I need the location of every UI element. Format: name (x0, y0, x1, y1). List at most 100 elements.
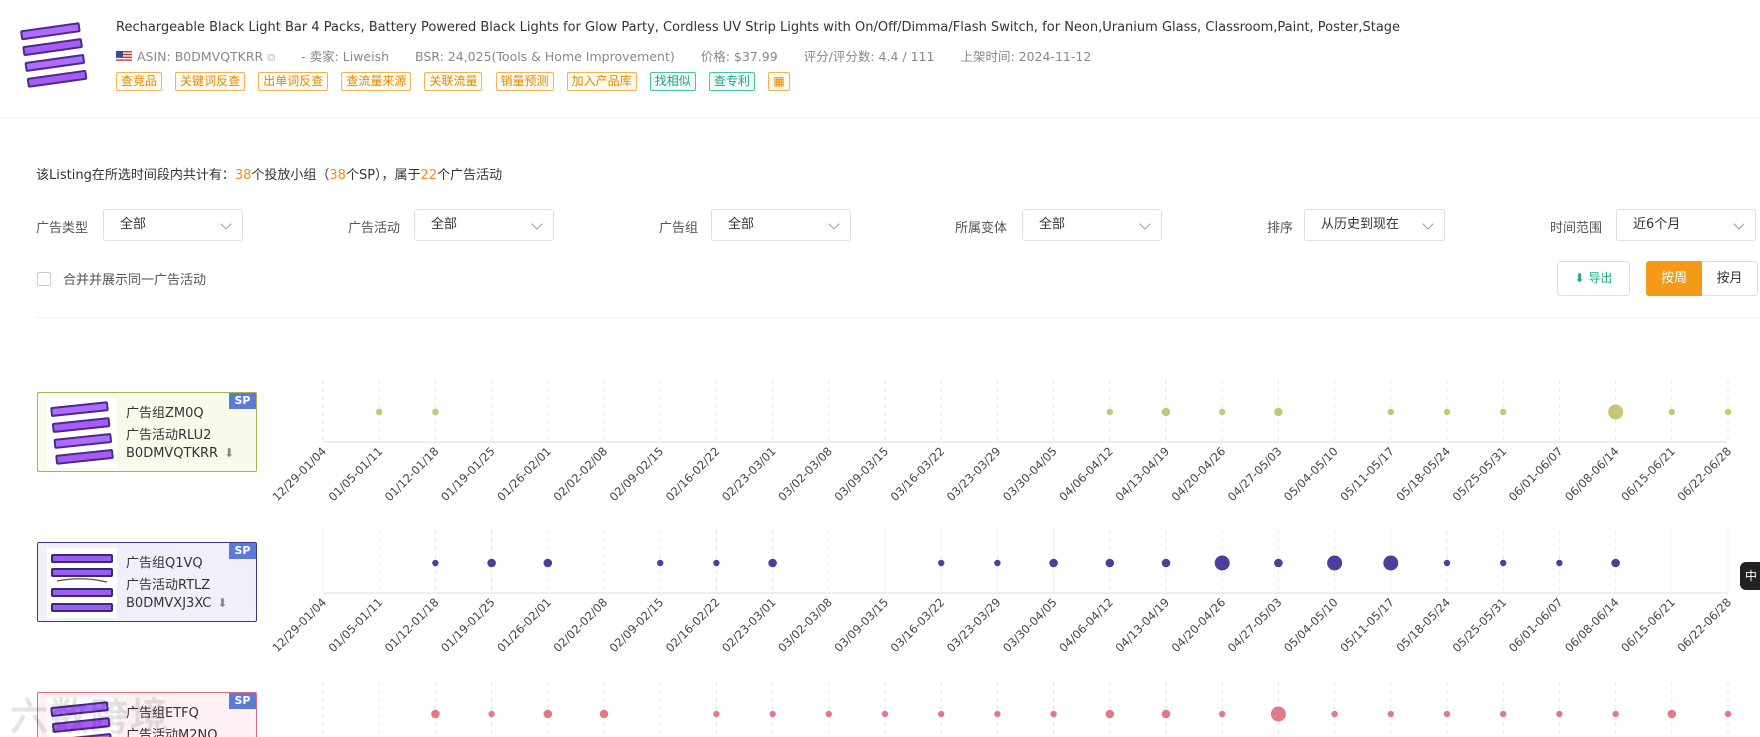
by-week-button[interactable]: 按周 (1646, 261, 1702, 296)
language-tab[interactable]: 中 (1740, 562, 1760, 590)
activity-dot[interactable] (1161, 558, 1171, 568)
variant-label: 所属变体 (955, 221, 1008, 236)
tag-competitors[interactable]: 查竞品 (116, 72, 163, 91)
activity-dot[interactable] (825, 710, 832, 718)
by-month-button[interactable]: 按月 (1702, 261, 1758, 296)
activity-dot[interactable] (488, 710, 495, 718)
activity-dot[interactable] (1387, 408, 1395, 416)
activity-dot[interactable] (1443, 408, 1451, 416)
activity-dot[interactable] (1443, 559, 1451, 567)
activity-dot[interactable] (1500, 710, 1507, 718)
activity-dot[interactable] (1161, 709, 1171, 719)
activity-dot[interactable] (1724, 408, 1732, 416)
activity-dot[interactable] (1331, 710, 1338, 718)
activity-dot[interactable] (1214, 555, 1230, 571)
activity-dot[interactable] (1500, 559, 1507, 567)
activity-dot[interactable] (768, 558, 777, 568)
chevron-down-icon (1139, 218, 1151, 230)
activity-dot[interactable] (1274, 558, 1283, 568)
activity-dot[interactable] (994, 710, 1001, 718)
activity-dot[interactable] (1219, 710, 1226, 718)
activity-dot[interactable] (994, 559, 1001, 567)
activity-dot[interactable] (432, 408, 439, 416)
activity-dot[interactable] (1327, 555, 1343, 571)
activity-dot[interactable] (431, 709, 440, 719)
week-label: 02/02-02/08 (550, 444, 610, 504)
activity-dot[interactable] (1443, 710, 1451, 718)
time-range-select[interactable]: 近6个月 (1616, 209, 1756, 241)
tag-related-traffic[interactable]: 关联流量 (424, 72, 483, 91)
activity-dot[interactable] (1049, 558, 1058, 568)
activity-dot[interactable] (1105, 709, 1115, 719)
sort-select[interactable]: 从历史到现在 (1304, 209, 1445, 241)
tag-order-keyword-reverse[interactable]: 出单词反查 (258, 72, 329, 91)
campaign-label: 广告活动 (348, 221, 401, 236)
week-label: 06/08-06/14 (1562, 595, 1622, 655)
ad-group-name: 广告组Q1VQ (126, 556, 203, 571)
ad-group-card[interactable]: SP 广告组Q1VQ 广告活动RTLZ B0DMVXJ3XC ⬇ (37, 542, 257, 622)
product-meta: ASIN: B0DMVQTKRR ⧉ - 卖家: Liweish BSR: 24,… (116, 46, 1113, 65)
activity-dot[interactable] (1105, 558, 1115, 568)
product-title[interactable]: Rechargeable Black Light Bar 4 Packs, Ba… (116, 20, 1400, 35)
merge-campaign-option[interactable]: 合并并展示同一广告活动 (37, 269, 206, 288)
activity-dot[interactable] (599, 709, 609, 719)
merge-checkbox[interactable] (37, 272, 51, 286)
activity-dot[interactable] (376, 408, 383, 416)
activity-dot[interactable] (713, 559, 720, 567)
activity-dot[interactable] (1556, 710, 1563, 718)
activity-dot[interactable] (1274, 407, 1283, 417)
calculator-icon[interactable]: ▦ (767, 72, 790, 91)
asin-item[interactable]: ASIN: B0DMVQTKRR ⧉ (116, 49, 275, 65)
tag-add-to-library[interactable]: 加入产品库 (566, 72, 637, 91)
week-label: 04/20-04/26 (1169, 595, 1229, 655)
ad-type-select[interactable]: 全部 (103, 209, 243, 241)
activity-dot[interactable] (1387, 710, 1395, 718)
activity-dot[interactable] (1219, 408, 1226, 416)
activity-dot[interactable] (1556, 559, 1563, 567)
week-label: 02/09-02/15 (607, 444, 667, 504)
download-icon[interactable]: ⬇ (217, 596, 227, 610)
activity-dot[interactable] (543, 558, 553, 568)
tag-sales-forecast[interactable]: 销量预测 (495, 72, 554, 91)
week-label: 06/15-06/21 (1618, 444, 1678, 504)
tag-keyword-reverse[interactable]: 关键词反查 (175, 72, 246, 91)
campaign-select[interactable]: 全部 (414, 209, 554, 241)
activity-dot[interactable] (938, 559, 945, 567)
download-icon[interactable]: ⬇ (224, 446, 234, 460)
activity-dot[interactable] (1668, 408, 1676, 416)
activity-dot[interactable] (1270, 706, 1286, 722)
activity-dot[interactable] (1161, 407, 1171, 417)
activity-dot[interactable] (1500, 408, 1507, 416)
activity-dot[interactable] (1106, 408, 1114, 416)
tag-check-patent[interactable]: 查专利 (708, 72, 755, 91)
activity-dot[interactable] (1667, 709, 1677, 719)
activity-dot[interactable] (769, 710, 776, 718)
external-link-icon[interactable]: ⧉ (267, 51, 275, 65)
activity-dot[interactable] (938, 710, 945, 718)
activity-dot[interactable] (713, 710, 720, 718)
activity-dot[interactable] (1050, 710, 1057, 718)
ad-group-select[interactable]: 全部 (711, 209, 851, 241)
week-label: 02/02-02/08 (550, 595, 610, 655)
activity-dot[interactable] (487, 558, 496, 568)
tag-traffic-source[interactable]: 查流量来源 (341, 72, 412, 91)
summary-sp-count: 38 (329, 168, 346, 183)
activity-dot[interactable] (543, 709, 553, 719)
activity-dot[interactable] (1724, 710, 1732, 718)
activity-dot[interactable] (881, 710, 889, 718)
export-button[interactable]: ⬇ 导出 (1557, 261, 1630, 296)
product-header: Rechargeable Black Light Bar 4 Packs, Ba… (0, 0, 1760, 118)
activity-dot[interactable] (1608, 404, 1624, 420)
product-thumbnail[interactable] (18, 16, 90, 98)
activity-dot[interactable] (1612, 710, 1619, 718)
ad-group-card[interactable]: SP 广告组ZM0Q 广告活动RLU2 B0DMVQTKRR ⬇ (37, 392, 257, 472)
activity-dot[interactable] (432, 559, 439, 567)
week-label: 03/16-03/22 (888, 595, 948, 655)
activity-dot[interactable] (1611, 558, 1620, 568)
tag-find-similar[interactable]: 找相似 (649, 72, 696, 91)
variant-select[interactable]: 全部 (1022, 209, 1162, 241)
activity-dot[interactable] (657, 559, 664, 567)
week-label: 06/15-06/21 (1618, 595, 1678, 655)
chevron-down-icon (1422, 218, 1434, 230)
activity-dot[interactable] (1383, 555, 1399, 571)
